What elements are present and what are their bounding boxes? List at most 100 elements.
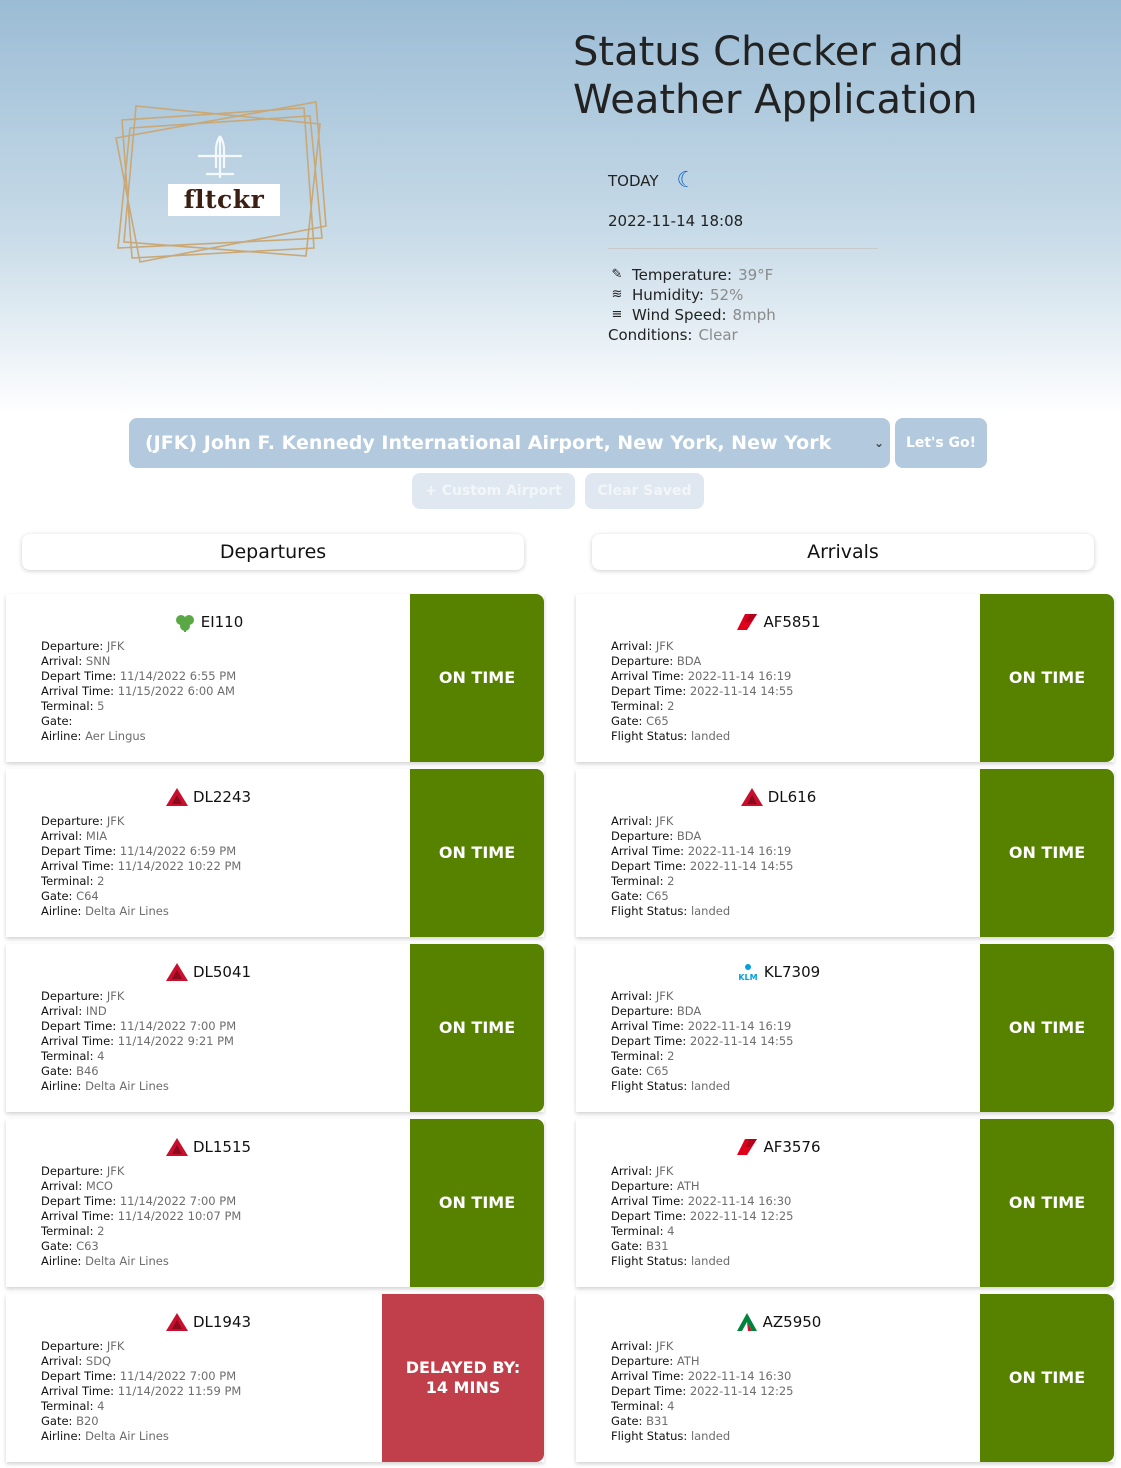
flight-heading: DL2243 xyxy=(6,787,410,807)
depart-time-value: 2022-11-14 14:55 xyxy=(689,859,794,873)
depart-time: Depart Time: 2022-11-14 14:55 xyxy=(611,684,793,699)
gate-label: Gate: xyxy=(611,889,647,903)
departures-header: Departures xyxy=(22,534,524,570)
status-badge: ON TIME xyxy=(980,594,1114,762)
lets-go-button[interactable]: Let's Go! xyxy=(895,418,987,468)
flight-number: DL616 xyxy=(767,788,817,806)
airline: Airline: Delta Air Lines xyxy=(41,1079,236,1094)
departure-flight-card[interactable]: DL1515 Departure: JFK Arrival: MCO Depart T… xyxy=(6,1119,544,1287)
arrival-flight-card[interactable]: AZ5950 Arrival: JFK Departure: ATH Arrival … xyxy=(576,1294,1114,1462)
arrival-time-value: 2022-11-14 16:19 xyxy=(687,1019,792,1033)
terminal-value: 2 xyxy=(667,1049,675,1063)
gate-label: Gate: xyxy=(611,714,647,728)
humidity-value: 52% xyxy=(709,286,744,304)
departure-flight-card[interactable]: DL2243 Departure: JFK Arrival: MIA Depart T… xyxy=(6,769,544,937)
departure-airport: Departure: JFK xyxy=(41,989,236,1004)
gate-label: Gate: xyxy=(611,1064,647,1078)
arrival-airport: Arrival: JFK xyxy=(611,814,793,829)
today-label: TODAY xyxy=(608,172,659,190)
airline-label: Airline: xyxy=(41,1429,86,1443)
gate-value: B31 xyxy=(646,1414,669,1428)
flight-status: Flight Status: landed xyxy=(611,1429,793,1444)
depart-time-label: Depart Time: xyxy=(41,669,120,683)
flight-status-value: landed xyxy=(690,904,731,918)
departure-airport: Departure: ATH xyxy=(611,1179,793,1194)
gate-label: Gate: xyxy=(41,889,77,903)
depart-time-value: 2022-11-14 14:55 xyxy=(689,684,794,698)
terminal: Terminal: 4 xyxy=(41,1049,236,1064)
airport-select[interactable]: (JFK) John F. Kennedy International Airp… xyxy=(129,418,890,468)
gate: Gate: C65 xyxy=(611,1064,793,1079)
arrival-airport-label: Arrival: xyxy=(41,1354,86,1368)
arrival-airport-value: JFK xyxy=(655,814,674,828)
gate: Gate: C65 xyxy=(611,889,793,904)
air-france-icon xyxy=(735,1137,759,1157)
arrival-airport: Arrival: MCO xyxy=(41,1179,241,1194)
arrival-time-label: Arrival Time: xyxy=(611,1369,688,1383)
alitalia-icon xyxy=(735,1312,759,1332)
flight-details: Arrival: JFK Departure: BDA Arrival Time: … xyxy=(611,814,793,919)
airport-select-value: (JFK) John F. Kennedy International Airp… xyxy=(145,432,832,454)
clear-saved-button[interactable]: Clear Saved xyxy=(585,473,704,509)
airline-label: Airline: xyxy=(41,904,86,918)
weather-panel: TODAY ☾ 2022-11-14 18:08 ✎ Temperature: … xyxy=(608,170,878,345)
departure-flight-card[interactable]: DL1943 Departure: JFK Arrival: SDQ Depart T… xyxy=(6,1294,544,1462)
gate-value: B46 xyxy=(76,1064,99,1078)
flight-details: Departure: JFK Arrival: SNN Depart Time: 1… xyxy=(41,639,236,744)
terminal: Terminal: 4 xyxy=(611,1399,793,1414)
arrival-flight-card[interactable]: AF3576 Arrival: JFK Departure: ATH Arrival … xyxy=(576,1119,1114,1287)
arrival-time: Arrival Time: 2022-11-14 16:19 xyxy=(611,669,793,684)
wind-label: Wind Speed: xyxy=(632,306,727,324)
arrival-airport-label: Arrival: xyxy=(611,814,656,828)
arrival-airport: Arrival: MIA xyxy=(41,829,241,844)
depart-time-label: Depart Time: xyxy=(611,859,690,873)
airline-label: Airline: xyxy=(41,1254,86,1268)
temperature-label: Temperature: xyxy=(632,266,733,284)
departure-flight-card[interactable]: DL5041 Departure: JFK Arrival: IND Depart T… xyxy=(6,944,544,1112)
arrival-airport: Arrival: JFK xyxy=(611,1339,793,1354)
departure-airport-value: BDA xyxy=(676,654,702,668)
arrival-time-value: 11/14/2022 10:07 PM xyxy=(117,1209,242,1223)
arrival-flight-card[interactable]: KLM KL7309 Arrival: JFK Departure: BDA Arriv… xyxy=(576,944,1114,1112)
gate: Gate: xyxy=(41,714,236,729)
terminal-value: 5 xyxy=(97,699,105,713)
depart-time-value: 11/14/2022 7:00 PM xyxy=(119,1369,237,1383)
gate-value: C64 xyxy=(76,889,99,903)
arrival-flight-card[interactable]: AF5851 Arrival: JFK Departure: BDA Arrival … xyxy=(576,594,1114,762)
custom-airport-button[interactable]: + Custom Airport xyxy=(412,473,575,509)
arrival-flight-card[interactable]: DL616 Arrival: JFK Departure: BDA Arrival T… xyxy=(576,769,1114,937)
departure-airport: Departure: ATH xyxy=(611,1354,793,1369)
arrival-time: Arrival Time: 11/15/2022 6:00 AM xyxy=(41,684,236,699)
depart-time-value: 2022-11-14 12:25 xyxy=(689,1384,794,1398)
arrival-time-label: Arrival Time: xyxy=(41,1034,118,1048)
arrival-time-label: Arrival Time: xyxy=(41,684,118,698)
flight-card-body: KLM KL7309 Arrival: JFK Departure: BDA Arriv… xyxy=(576,944,980,1112)
depart-time: Depart Time: 2022-11-14 14:55 xyxy=(611,1034,793,1049)
departure-airport-label: Departure: xyxy=(611,1179,677,1193)
terminal-value: 2 xyxy=(97,1224,105,1238)
logo-frame-graphic xyxy=(115,101,327,263)
flight-number: AF5851 xyxy=(763,613,821,631)
app-logo: fltckr xyxy=(110,98,330,266)
current-datetime: 2022-11-14 18:08 xyxy=(608,212,878,249)
thermometer-icon: ✎ xyxy=(611,267,623,282)
gate-value: C65 xyxy=(646,1064,669,1078)
flight-number: AF3576 xyxy=(763,1138,821,1156)
departure-flight-card[interactable]: EI110 Departure: JFK Arrival: SNN Depart Ti… xyxy=(6,594,544,762)
arrival-time-value: 11/14/2022 9:21 PM xyxy=(117,1034,234,1048)
arrival-time: Arrival Time: 11/14/2022 11:59 PM xyxy=(41,1384,241,1399)
conditions-value: Clear xyxy=(698,326,738,344)
airline-label: Airline: xyxy=(41,1079,86,1093)
flight-number: AZ5950 xyxy=(762,1313,822,1331)
gate-label: Gate: xyxy=(611,1239,647,1253)
conditions-row: Conditions: Clear xyxy=(608,325,878,345)
terminal-label: Terminal: xyxy=(41,1224,98,1238)
arrival-airport: Arrival: JFK xyxy=(611,989,793,1004)
departure-airport-value: BDA xyxy=(676,829,702,843)
departure-airport-value: JFK xyxy=(106,1339,125,1353)
depart-time: Depart Time: 11/14/2022 7:00 PM xyxy=(41,1194,241,1209)
temperature-value: 39°F xyxy=(738,266,774,284)
arrival-time-label: Arrival Time: xyxy=(41,859,118,873)
arrival-time-value: 11/15/2022 6:00 AM xyxy=(117,684,235,698)
flight-number: DL2243 xyxy=(192,788,252,806)
